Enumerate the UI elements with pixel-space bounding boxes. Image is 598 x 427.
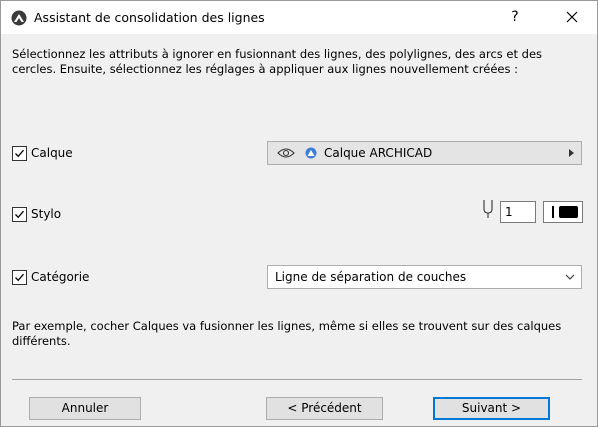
layer-icon bbox=[305, 147, 317, 159]
layer-option[interactable]: Calque bbox=[12, 144, 73, 162]
category-dropdown[interactable]: Ligne de séparation de couches bbox=[267, 265, 582, 289]
separator bbox=[12, 379, 582, 380]
close-button[interactable] bbox=[557, 5, 587, 29]
example-text: Par exemple, cocher Calques va fusionner… bbox=[12, 319, 562, 348]
chevron-down-icon bbox=[565, 274, 575, 280]
checkmark-icon bbox=[15, 149, 24, 157]
pen-icon bbox=[483, 200, 493, 218]
layer-value: Calque ARCHICAD bbox=[324, 146, 433, 160]
previous-button[interactable]: < Précédent bbox=[266, 397, 383, 420]
pen-number-field[interactable]: 1 bbox=[500, 201, 536, 223]
pen-option[interactable]: Stylo bbox=[12, 205, 61, 223]
category-label: Catégorie bbox=[31, 270, 90, 284]
pen-color-swatch[interactable] bbox=[543, 201, 583, 223]
archicad-icon bbox=[11, 10, 27, 26]
next-button[interactable]: Suivant > bbox=[433, 397, 550, 420]
help-button[interactable]: ? bbox=[503, 5, 527, 29]
pen-fill-sample bbox=[559, 206, 578, 218]
eye-icon bbox=[277, 148, 295, 158]
layer-popup-button[interactable]: Calque ARCHICAD bbox=[267, 141, 582, 165]
popup-arrow-icon bbox=[569, 149, 574, 157]
consolidation-wizard-dialog: Assistant de consolidation des lignes ? … bbox=[0, 0, 598, 427]
cancel-button[interactable]: Annuler bbox=[29, 397, 141, 420]
checkmark-icon bbox=[15, 273, 24, 281]
layer-label: Calque bbox=[31, 146, 73, 160]
checkmark-icon bbox=[15, 210, 24, 218]
pen-line-sample bbox=[552, 206, 554, 218]
pen-checkbox[interactable] bbox=[12, 206, 27, 222]
category-checkbox[interactable] bbox=[12, 269, 27, 285]
pen-label: Stylo bbox=[31, 207, 62, 221]
close-icon bbox=[566, 11, 578, 23]
layer-checkbox[interactable] bbox=[12, 145, 27, 161]
window-title: Assistant de consolidation des lignes bbox=[34, 10, 265, 25]
intro-text: Sélectionnez les attributs à ignorer en … bbox=[12, 47, 543, 76]
title-bar: Assistant de consolidation des lignes ? bbox=[1, 1, 597, 34]
category-value: Ligne de séparation de couches bbox=[275, 270, 467, 284]
category-option[interactable]: Catégorie bbox=[12, 268, 89, 286]
